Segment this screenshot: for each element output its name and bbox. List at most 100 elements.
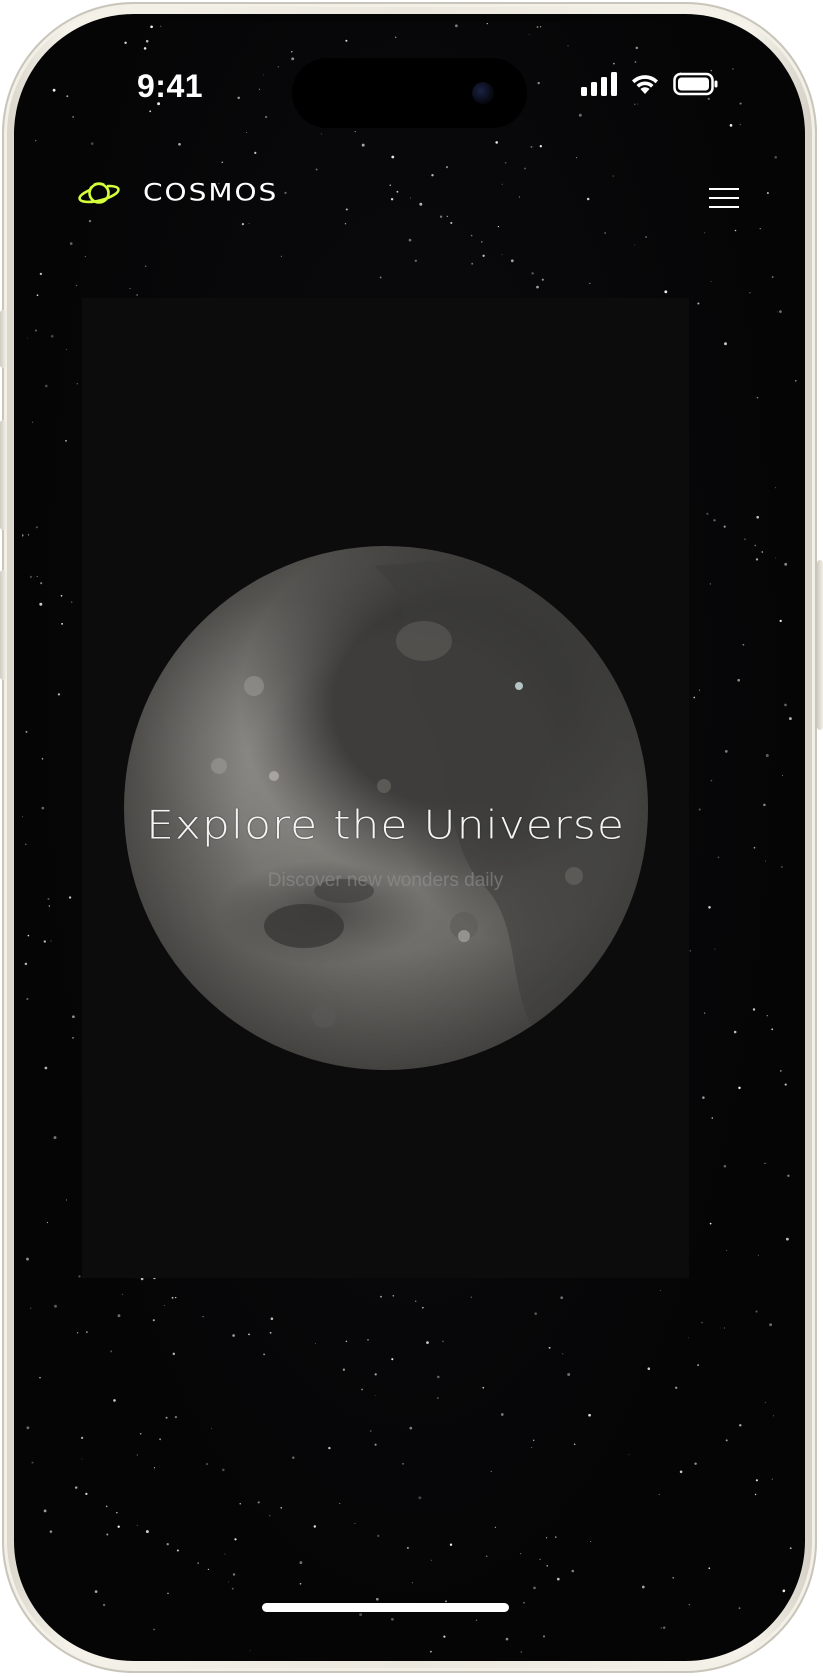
star (390, 1617, 394, 1621)
side-button-volume-up (0, 420, 6, 530)
star (49, 1530, 53, 1533)
home-indicator[interactable] (262, 1603, 509, 1612)
star (30, 1307, 32, 1309)
star (742, 643, 745, 646)
star (781, 866, 783, 868)
star (641, 1585, 645, 1589)
star (65, 439, 67, 442)
star (374, 1373, 377, 1376)
star (22, 534, 24, 537)
star (757, 1254, 759, 1256)
star (25, 730, 28, 733)
star (39, 602, 43, 606)
star (54, 1304, 57, 1308)
star (781, 775, 783, 776)
star (779, 310, 782, 313)
star (43, 1509, 47, 1513)
star (231, 1587, 234, 1590)
star (711, 1117, 714, 1119)
star (709, 1222, 712, 1225)
star (61, 622, 64, 625)
star (726, 1249, 728, 1252)
star (709, 583, 712, 585)
hero-title: Explore the Universe (146, 802, 625, 849)
star (171, 1296, 174, 1299)
star (441, 1340, 444, 1343)
star (702, 1096, 705, 1099)
star (257, 1501, 260, 1504)
hamburger-menu-button[interactable] (709, 188, 739, 212)
star (788, 717, 792, 721)
star (501, 254, 503, 255)
star (345, 1340, 348, 1343)
star (590, 1541, 592, 1543)
star (105, 1505, 108, 1508)
star (761, 551, 764, 553)
star (562, 1353, 564, 1355)
star (664, 290, 668, 294)
star (533, 1439, 535, 1441)
star (207, 1568, 210, 1571)
star (693, 696, 696, 699)
star (197, 1562, 199, 1564)
star (520, 1651, 522, 1653)
star (361, 143, 365, 147)
star (737, 678, 741, 682)
star (391, 1358, 394, 1361)
star (523, 1601, 525, 1604)
star (490, 1470, 492, 1473)
star (534, 1312, 537, 1315)
brand-name: COSMOS (143, 178, 279, 207)
star (222, 1468, 225, 1472)
brand-logo[interactable]: COSMOS (77, 176, 278, 209)
star (708, 906, 711, 909)
star (443, 1635, 446, 1638)
star (775, 557, 776, 559)
star (86, 1331, 88, 1333)
star (159, 1438, 162, 1441)
star (409, 1426, 413, 1430)
star (481, 241, 483, 243)
star (48, 905, 51, 907)
star (392, 1295, 395, 1297)
star (26, 1257, 29, 1261)
star (406, 1546, 409, 1549)
star (211, 1428, 213, 1429)
star (769, 1323, 773, 1327)
star (71, 601, 73, 603)
star (567, 1373, 571, 1376)
screen: 9:41 COSMOS Explore the Universe Discove… (22, 22, 797, 1653)
star (39, 1376, 41, 1379)
star (232, 1334, 235, 1337)
star (136, 1454, 138, 1456)
star (789, 1547, 792, 1550)
star (136, 294, 138, 296)
star (50, 334, 54, 338)
star (756, 396, 759, 399)
star (116, 1511, 118, 1514)
star (139, 1432, 142, 1435)
star (771, 1478, 773, 1480)
star (36, 575, 38, 578)
star (418, 1496, 422, 1500)
star (313, 1525, 317, 1528)
star (723, 525, 726, 528)
star (36, 294, 39, 297)
star (704, 232, 706, 234)
star (117, 1525, 120, 1528)
star (470, 1296, 472, 1298)
star (739, 1424, 742, 1427)
star (76, 284, 78, 286)
star (380, 1295, 382, 1298)
star (152, 1319, 155, 1322)
star (520, 1553, 522, 1555)
star (776, 311, 778, 313)
star (34, 329, 37, 332)
star (471, 262, 474, 265)
star (202, 1316, 204, 1318)
star (270, 1317, 274, 1320)
star (269, 1331, 272, 1334)
star (35, 526, 38, 529)
star (588, 1413, 591, 1417)
star (367, 1338, 369, 1341)
